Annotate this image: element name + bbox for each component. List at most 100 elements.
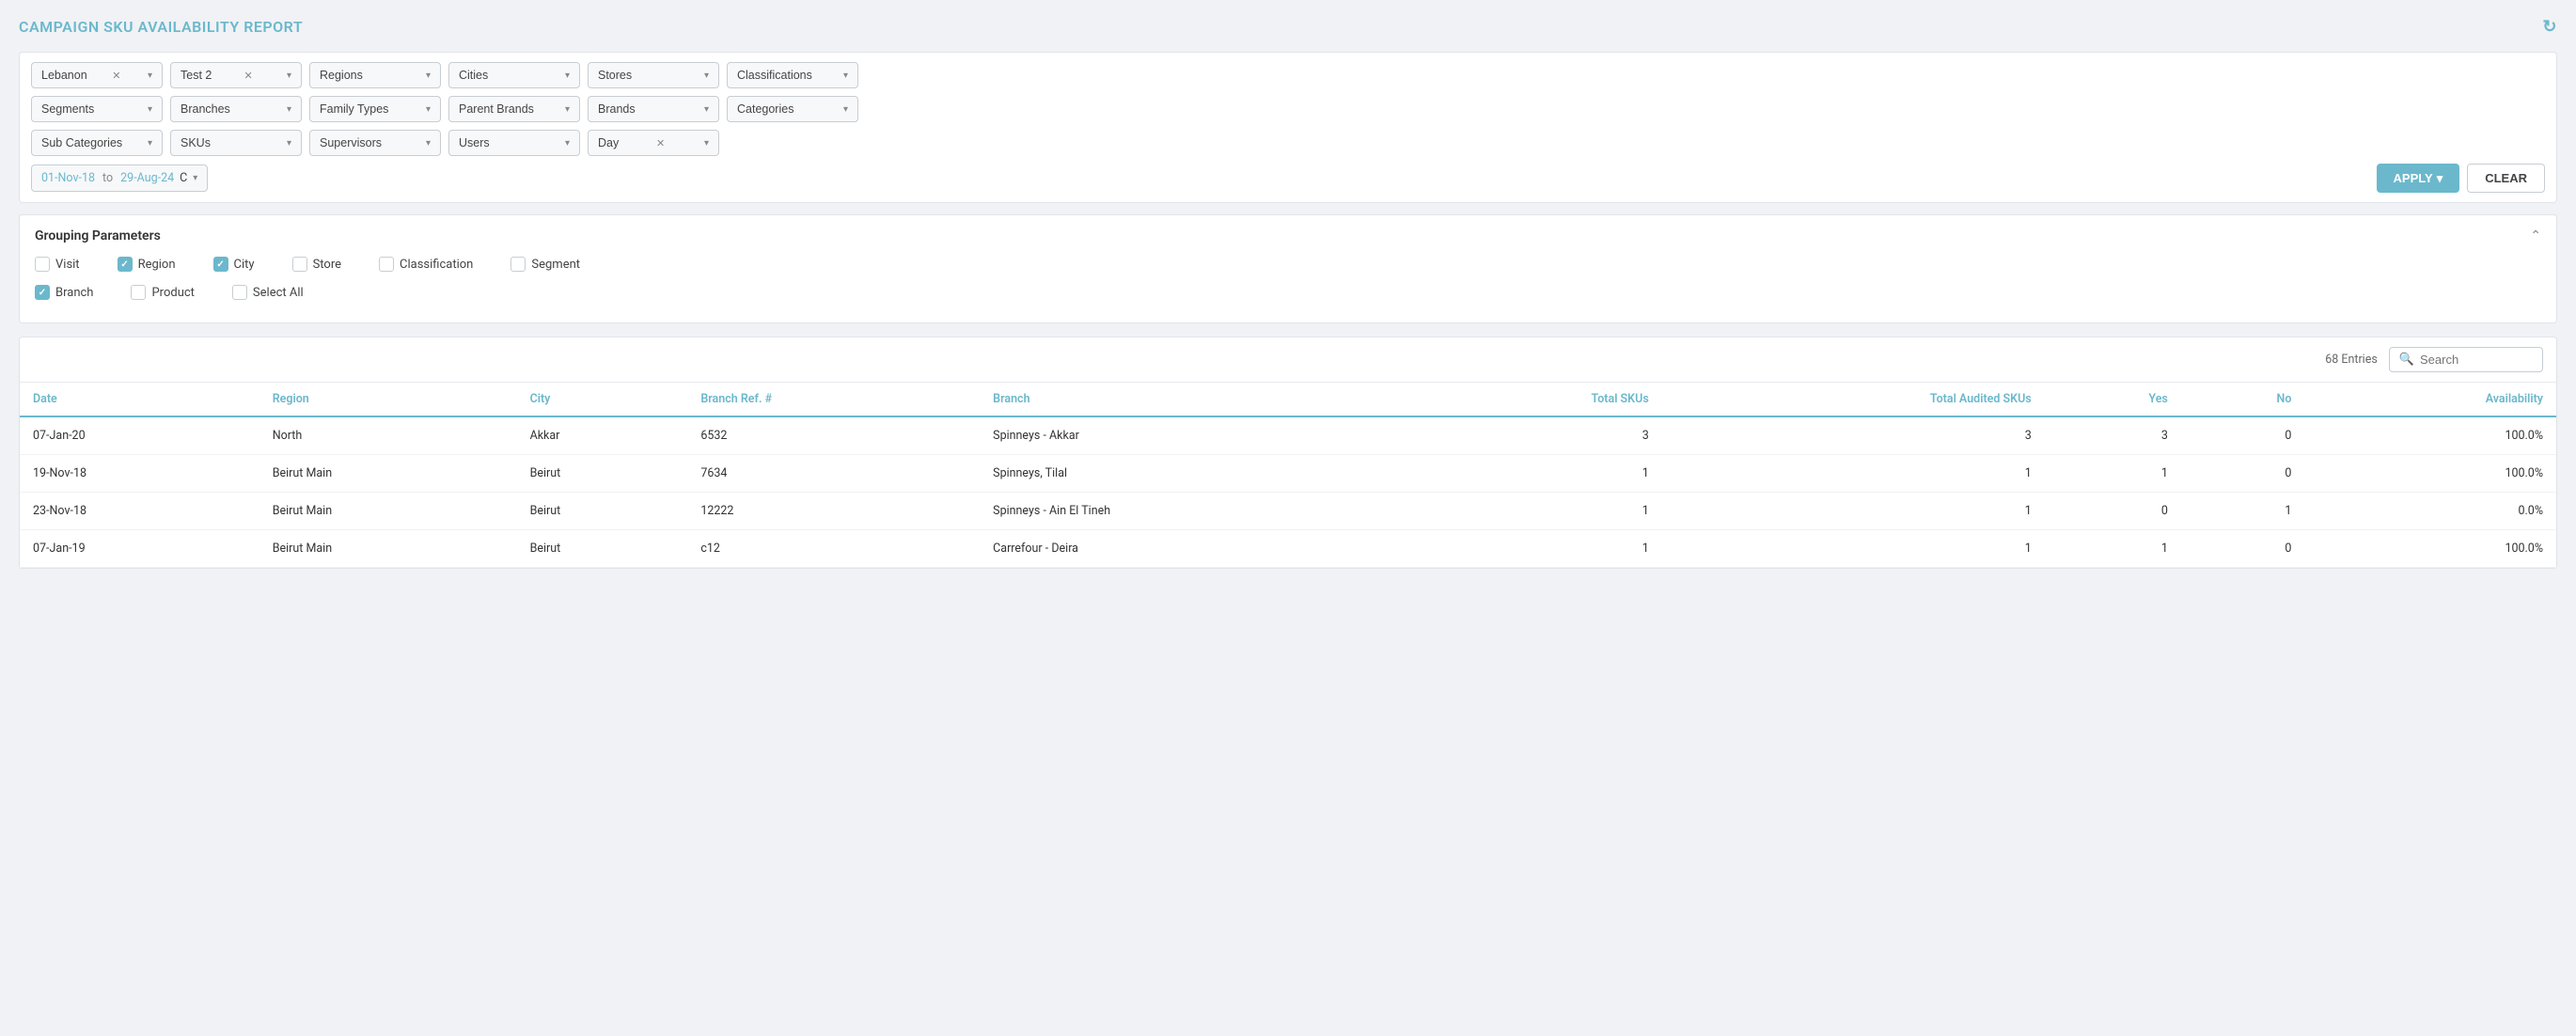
filter-categories-label: Categories: [737, 102, 793, 116]
checkbox-select-all[interactable]: Select All: [232, 285, 304, 300]
apply-label: APPLY: [2394, 171, 2433, 185]
date-actions-row: 01-Nov-18 to 29-Aug-24 C ▾ APPLY ▾ CLEAR: [31, 164, 2545, 193]
filter-stores[interactable]: Stores ▾: [588, 62, 719, 88]
grouping-header: Grouping Parameters ⌃: [35, 228, 2541, 243]
chevron-down-icon: ▾: [426, 104, 431, 115]
checkbox-product[interactable]: Product: [131, 285, 194, 300]
filter-lebanon[interactable]: Lebanon ✕ ▾: [31, 62, 163, 88]
filter-day-clear[interactable]: ✕: [656, 137, 665, 149]
page-title: CAMPAIGN SKU AVAILABILITY REPORT: [19, 18, 303, 36]
date-to-label: to: [102, 171, 113, 185]
filter-supervisors[interactable]: Supervisors ▾: [309, 130, 441, 156]
cell-r2-c5: 1: [1410, 493, 1661, 530]
cell-r2-c1: Beirut Main: [259, 493, 517, 530]
filter-categories[interactable]: Categories ▾: [727, 96, 858, 122]
apply-button[interactable]: APPLY ▾: [2377, 164, 2460, 193]
filter-sub-categories[interactable]: Sub Categories ▾: [31, 130, 163, 156]
cell-r1-c9: 100.0%: [2304, 455, 2556, 493]
filter-skus[interactable]: SKUs ▾: [170, 130, 302, 156]
checkboxes-row: Visit Region City Store Classification Segmen…: [35, 257, 2541, 309]
checkbox-label-segment: Segment: [531, 258, 580, 272]
collapse-icon[interactable]: ⌃: [2530, 228, 2541, 243]
cell-r2-c8: 1: [2181, 493, 2305, 530]
filter-classifications-label: Classifications: [737, 69, 812, 82]
chevron-down-icon: ▾: [148, 71, 152, 81]
checkbox-label-select-all: Select All: [253, 286, 304, 300]
chevron-down-icon: ▾: [704, 104, 709, 115]
filter-branches-label: Branches: [181, 102, 230, 116]
refresh-icon[interactable]: ↻: [2542, 17, 2557, 37]
date-range-filter[interactable]: 01-Nov-18 to 29-Aug-24 C ▾: [31, 165, 208, 192]
filter-brands[interactable]: Brands ▾: [588, 96, 719, 122]
cell-r0-c7: 3: [2045, 416, 2181, 455]
cell-r1-c1: Beirut Main: [259, 455, 517, 493]
filter-segments[interactable]: Segments ▾: [31, 96, 163, 122]
date-from: 01-Nov-18: [41, 171, 95, 185]
cell-r0-c2: Akkar: [517, 416, 688, 455]
checkbox-segment[interactable]: Segment: [510, 257, 580, 272]
filter-row-1: Lebanon ✕ ▾ Test 2 ✕ ▾ Regions ▾ Cities …: [31, 62, 2545, 88]
date-to: 29-Aug-24: [120, 171, 174, 185]
filter-regions[interactable]: Regions ▾: [309, 62, 441, 88]
chevron-down-icon: ▾: [426, 71, 431, 81]
filter-cities-label: Cities: [459, 69, 488, 82]
checkbox-branch[interactable]: Branch: [35, 285, 93, 300]
cell-r2-c3: 12222: [687, 493, 980, 530]
table-row: 07-Jan-19Beirut MainBeirutc12Carrefour -…: [20, 530, 2556, 568]
filter-supervisors-label: Supervisors: [320, 136, 382, 149]
chevron-down-icon: ▾: [843, 104, 848, 115]
table-header: DateRegionCityBranch Ref. #BranchTotal S…: [20, 383, 2556, 416]
cell-r1-c2: Beirut: [517, 455, 688, 493]
cell-r1-c6: 1: [1662, 455, 2045, 493]
cell-r1-c7: 1: [2045, 455, 2181, 493]
filter-day[interactable]: Day ✕ ▾: [588, 130, 719, 156]
cell-r0-c1: North: [259, 416, 517, 455]
checkbox-box-segment: [510, 257, 526, 272]
cell-r3-c5: 1: [1410, 530, 1661, 568]
checkbox-region[interactable]: Region: [118, 257, 176, 272]
clear-button[interactable]: CLEAR: [2467, 164, 2545, 193]
filter-users[interactable]: Users ▾: [448, 130, 580, 156]
checkbox-box-classification: [379, 257, 394, 272]
cell-r0-c3: 6532: [687, 416, 980, 455]
filter-test2-clear[interactable]: ✕: [244, 70, 253, 82]
checkbox-label-product: Product: [151, 286, 194, 300]
filter-cities[interactable]: Cities ▾: [448, 62, 580, 88]
filter-family-types[interactable]: Family Types ▾: [309, 96, 441, 122]
cell-r3-c3: c12: [687, 530, 980, 568]
filter-classifications[interactable]: Classifications ▾: [727, 62, 858, 88]
checkbox-label-region: Region: [138, 258, 176, 272]
col-header-city: City: [517, 383, 688, 416]
filter-segments-label: Segments: [41, 102, 94, 116]
chevron-down-icon: ▾: [148, 104, 152, 115]
cell-r3-c4: Carrefour - Deira: [980, 530, 1410, 568]
search-input[interactable]: [2420, 353, 2533, 367]
checkbox-box-city: [213, 257, 228, 272]
checkbox-store[interactable]: Store: [292, 257, 341, 272]
checkbox-box-product: [131, 285, 146, 300]
filter-parent-brands[interactable]: Parent Brands ▾: [448, 96, 580, 122]
cell-r2-c7: 0: [2045, 493, 2181, 530]
checkbox-visit[interactable]: Visit: [35, 257, 80, 272]
checkbox-city[interactable]: City: [213, 257, 255, 272]
cell-r0-c6: 3: [1662, 416, 2045, 455]
filter-lebanon-clear[interactable]: ✕: [112, 70, 120, 82]
chevron-down-icon: ▾: [426, 138, 431, 149]
cell-r0-c5: 3: [1410, 416, 1661, 455]
col-header-region: Region: [259, 383, 517, 416]
col-header-yes: Yes: [2045, 383, 2181, 416]
filter-day-label: Day: [598, 136, 619, 149]
search-box[interactable]: 🔍: [2389, 347, 2543, 372]
checkbox-classification[interactable]: Classification: [379, 257, 473, 272]
chevron-down-icon: ▾: [843, 71, 848, 81]
table-row: 19-Nov-18Beirut MainBeirut7634Spinneys, …: [20, 455, 2556, 493]
filter-branches[interactable]: Branches ▾: [170, 96, 302, 122]
cell-r0-c0: 07-Jan-20: [20, 416, 259, 455]
chevron-down-icon: ▾: [287, 104, 291, 115]
chevron-down-icon: ▾: [565, 71, 570, 81]
filter-test2[interactable]: Test 2 ✕ ▾: [170, 62, 302, 88]
cell-r3-c2: Beirut: [517, 530, 688, 568]
cell-r3-c1: Beirut Main: [259, 530, 517, 568]
cell-r3-c7: 1: [2045, 530, 2181, 568]
search-icon: 🔍: [2399, 353, 2414, 367]
